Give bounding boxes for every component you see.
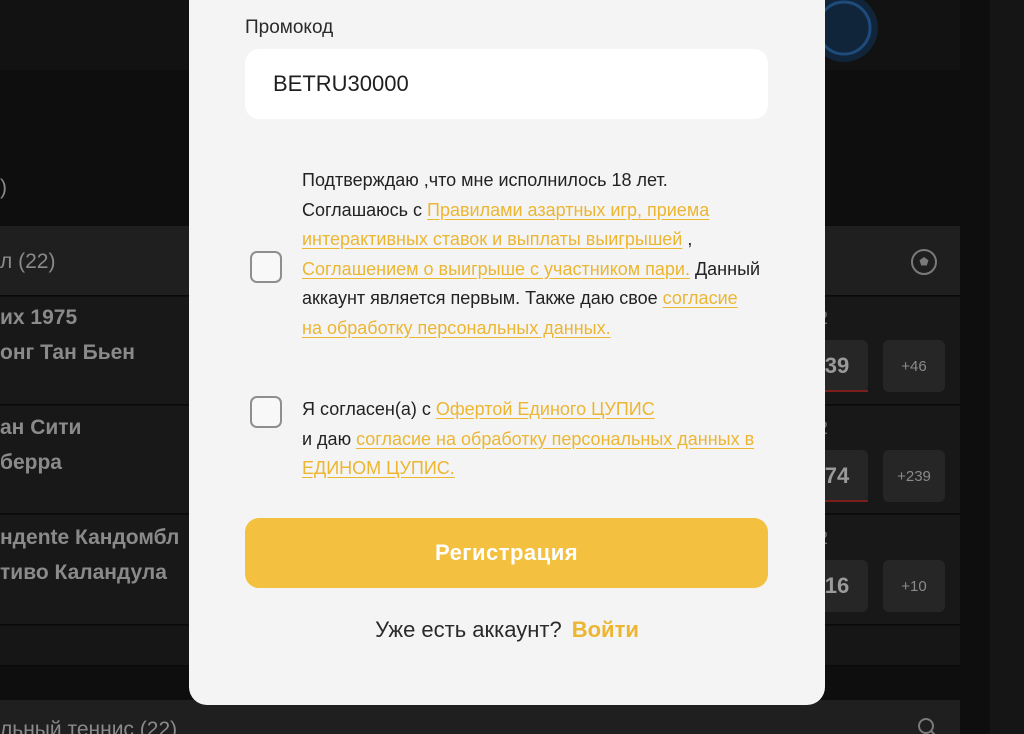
match-team1: ан Сити <box>0 416 82 439</box>
more-markets-button[interactable]: +46 <box>883 340 945 392</box>
age-consent-checkbox[interactable] <box>250 251 282 283</box>
match-team2: тиво Каландула <box>0 561 167 584</box>
consent-text: и даю <box>302 428 357 449</box>
soccer-ball-icon <box>911 249 937 275</box>
promo-code-input[interactable] <box>245 49 768 119</box>
age-consent-text: Подтверждаю ,что мне исполнилось 18 лет.… <box>302 166 762 343</box>
consent-text: Я согласен(а) с <box>302 399 436 419</box>
section-title: ) <box>0 176 7 199</box>
match-team2: онг Тан Бьен <box>0 341 135 364</box>
cupis-data-consent-link[interactable]: согласие на обработку персональных данны… <box>302 429 754 479</box>
winning-agreement-link[interactable]: Соглашением о выигрыше с участником пари… <box>302 259 690 279</box>
cupis-offer-link[interactable]: Офертой Единого ЦУПИС <box>436 399 655 419</box>
login-link[interactable]: Войти <box>572 617 639 642</box>
promo-code-label: Промокод <box>245 17 334 38</box>
right-column <box>990 0 1024 734</box>
match-team2: берра <box>0 451 62 474</box>
section-title-football: л (22) <box>0 250 56 273</box>
more-markets-button[interactable]: +239 <box>883 450 945 502</box>
cupis-consent-checkbox[interactable] <box>250 396 282 428</box>
section-title-tennis: льный теннис (22) <box>0 718 178 734</box>
search-icon[interactable] <box>916 716 940 734</box>
consent-text: , <box>682 229 693 249</box>
login-prompt-row: Уже есть аккаунт? Войти <box>189 617 825 643</box>
cupis-consent-text: Я согласен(а) с Офертой Единого ЦУПИС и … <box>302 395 762 484</box>
more-markets-button[interactable]: +10 <box>883 560 945 612</box>
login-prompt-text: Уже есть аккаунт? <box>375 617 562 642</box>
match-team1: их 1975 <box>0 306 78 329</box>
match-team1: ндente Кандомбл <box>0 526 180 549</box>
register-button[interactable]: Регистрация <box>245 518 768 588</box>
